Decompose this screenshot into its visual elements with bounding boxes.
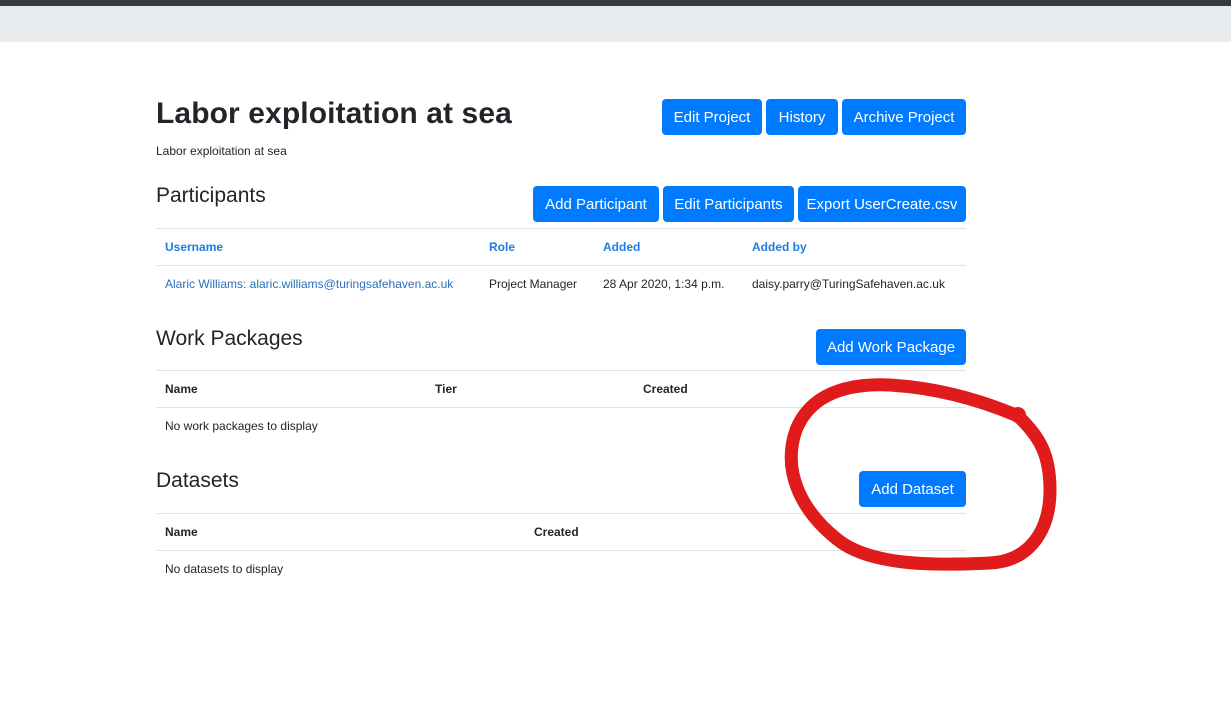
column-header-role[interactable]: Role bbox=[489, 240, 515, 254]
participants-table-top-border bbox=[156, 228, 966, 229]
column-header-created: Created bbox=[534, 525, 579, 539]
participants-heading: Participants bbox=[156, 184, 266, 207]
project-description: Labor exploitation at sea bbox=[156, 144, 287, 158]
participant-added-date: 28 Apr 2020, 1:34 p.m. bbox=[603, 277, 725, 291]
datasets-table-top-border bbox=[156, 513, 966, 514]
edit-participants-button[interactable]: Edit Participants bbox=[663, 186, 794, 222]
column-header-added[interactable]: Added bbox=[603, 240, 640, 254]
add-participant-button[interactable]: Add Participant bbox=[533, 186, 659, 222]
export-usercreate-button[interactable]: Export UserCreate.csv bbox=[798, 186, 966, 222]
column-header-name: Name bbox=[165, 382, 198, 396]
work-packages-header-border bbox=[156, 407, 966, 408]
history-button[interactable]: History bbox=[766, 99, 838, 135]
work-packages-empty-message: No work packages to display bbox=[165, 419, 318, 433]
datasets-heading: Datasets bbox=[156, 469, 239, 492]
participant-role: Project Manager bbox=[489, 277, 578, 291]
work-packages-heading: Work Packages bbox=[156, 327, 303, 350]
column-header-name: Name bbox=[165, 525, 198, 539]
work-packages-table-top-border bbox=[156, 370, 966, 371]
participant-added-by: daisy.parry@TuringSafehaven.ac.uk bbox=[752, 277, 945, 291]
add-work-package-button[interactable]: Add Work Package bbox=[816, 329, 966, 365]
datasets-header-border bbox=[156, 550, 966, 551]
participants-header-border bbox=[156, 265, 966, 266]
page-title: Labor exploitation at sea bbox=[156, 97, 512, 130]
column-header-username[interactable]: Username bbox=[165, 240, 223, 254]
edit-project-button[interactable]: Edit Project bbox=[662, 99, 762, 135]
breadcrumb-bar bbox=[0, 6, 1231, 42]
add-dataset-button[interactable]: Add Dataset bbox=[859, 471, 966, 507]
column-header-added-by[interactable]: Added by bbox=[752, 240, 807, 254]
column-header-tier: Tier bbox=[435, 382, 457, 396]
participant-username-link[interactable]: Alaric Williams: alaric.williams@turings… bbox=[165, 277, 453, 291]
column-header-created: Created bbox=[643, 382, 688, 396]
archive-project-button[interactable]: Archive Project bbox=[842, 99, 966, 135]
datasets-empty-message: No datasets to display bbox=[165, 562, 284, 576]
